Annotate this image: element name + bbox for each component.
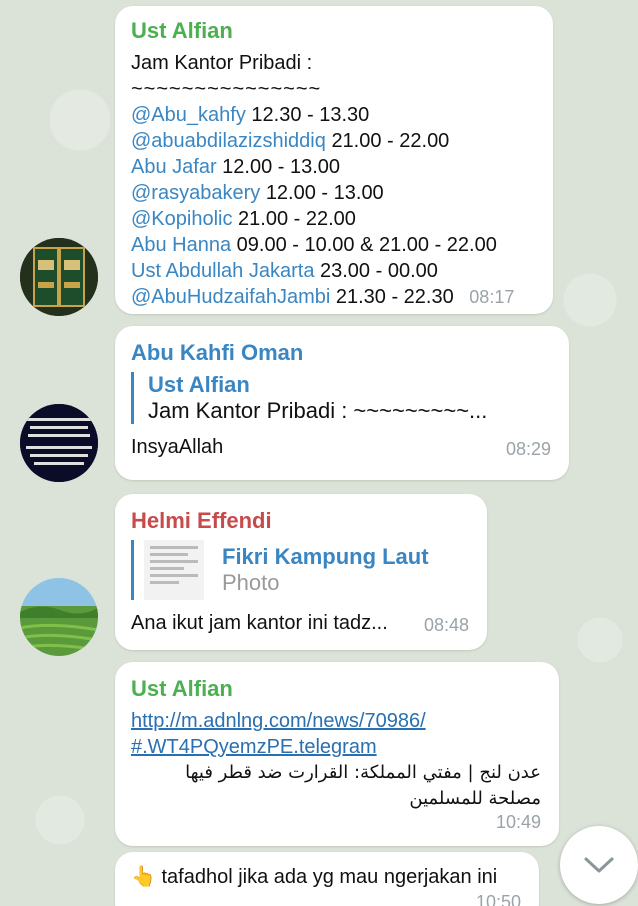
book-avatar-icon [20,238,98,316]
message-bubble[interactable]: Abu Kahfi Oman Ust Alfian Jam Kantor Pri… [115,326,569,480]
message-time: 08:48 [423,615,469,635]
chat-area[interactable]: Ust Alfian Jam Kantor Pribadi : ~~~~~~~~… [0,0,638,906]
reply-text: Jam Kantor Pribadi : ~~~~~~~~~... [148,398,488,423]
message-time: 10:49 [495,812,541,832]
sender-name[interactable]: Ust Alfian [131,676,541,702]
message-text: InsyaAllah [131,436,224,458]
reply-sender: Fikri Kampung Laut [222,544,429,569]
message-text: مصلحة للمسلمين [409,788,541,809]
message-time: 08:17 [469,287,515,307]
message-text: Ana ikut jam kantor ini tadz... [131,612,388,634]
message-text: ~~~~~~~~~~~~~~~ [131,78,322,100]
url-link[interactable]: http://m.adnlng.com/news/70986/ [131,708,541,734]
reply-preview[interactable]: Ust Alfian Jam Kantor Pribadi : ~~~~~~~~… [131,372,551,424]
message-text: Jam Kantor Pribadi : [131,52,313,74]
pointing-up-icon: 👆 [131,866,156,888]
sender-name[interactable]: Abu Kahfi Oman [131,340,551,366]
mention-link[interactable]: @Abu_kahfy [131,104,246,126]
message-bubble[interactable]: 👆 tafadhol jika ada yg mau ngerjakan ini… [115,852,539,906]
schedule-row: @Abu_kahfy 12.30 - 13.30 [131,104,370,126]
quote-avatar-icon [20,404,98,482]
photo-thumbnail [144,540,204,600]
reply-text: Photo [222,570,280,595]
mention-link[interactable]: @abuabdilazizshiddiq [131,130,326,152]
mention-link[interactable]: @Kopiholic [131,208,232,230]
message-text: 👆 tafadhol jika ada yg mau ngerjakan ini [131,866,498,888]
contact-name: Abu Jafar [131,156,217,178]
reply-preview[interactable]: Fikri Kampung Laut Photo [131,540,469,600]
sender-name[interactable]: Helmi Effendi [131,508,469,534]
scroll-down-button[interactable] [560,826,638,904]
schedule-row: Abu Jafar 12.00 - 13.00 [131,156,341,178]
message-text: عدن لنج | مفتي المملكة: القرارت ضد قطر ف… [185,762,541,783]
message-time: 08:29 [505,439,551,459]
sender-name[interactable]: Ust Alfian [131,18,535,44]
mention-link[interactable]: @AbuHudzaifahJambi [131,286,330,308]
message-time: 10:50 [475,892,521,906]
schedule-row: @abuabdilazizshiddiq 21.00 - 22.00 [131,130,450,152]
schedule-row: Abu Hanna 09.00 - 10.00 & 21.00 - 22.00 [131,234,497,256]
avatar-helmi-effendi[interactable] [20,578,98,656]
schedule-row: @rasyabakery 12.00 - 13.00 [131,182,384,204]
landscape-avatar-icon [20,578,98,656]
schedule-row: Ust Abdullah Jakarta 23.00 - 00.00 [131,260,438,282]
schedule-row: @Kopiholic 21.00 - 22.00 [131,208,356,230]
contact-name: Abu Hanna [131,234,232,256]
mention-link[interactable]: @rasyabakery [131,182,260,204]
reply-sender: Ust Alfian [148,372,250,397]
message-bubble[interactable]: Ust Alfian Jam Kantor Pribadi : ~~~~~~~~… [115,6,553,314]
message-bubble[interactable]: Helmi Effendi Fikri Kampung Laut Photo A… [115,494,487,650]
avatar-abu-kahfi-oman[interactable] [20,404,98,482]
message-bubble[interactable]: Ust Alfian http://m.adnlng.com/news/7098… [115,662,559,846]
contact-name: Ust Abdullah Jakarta [131,260,315,282]
chevron-down-icon [584,857,614,873]
avatar-ust-alfian[interactable] [20,238,98,316]
schedule-row: @AbuHudzaifahJambi 21.30 - 22.30 08:17 [131,286,515,308]
url-link[interactable]: #.WT4PQyemzPE.telegram [131,734,541,760]
